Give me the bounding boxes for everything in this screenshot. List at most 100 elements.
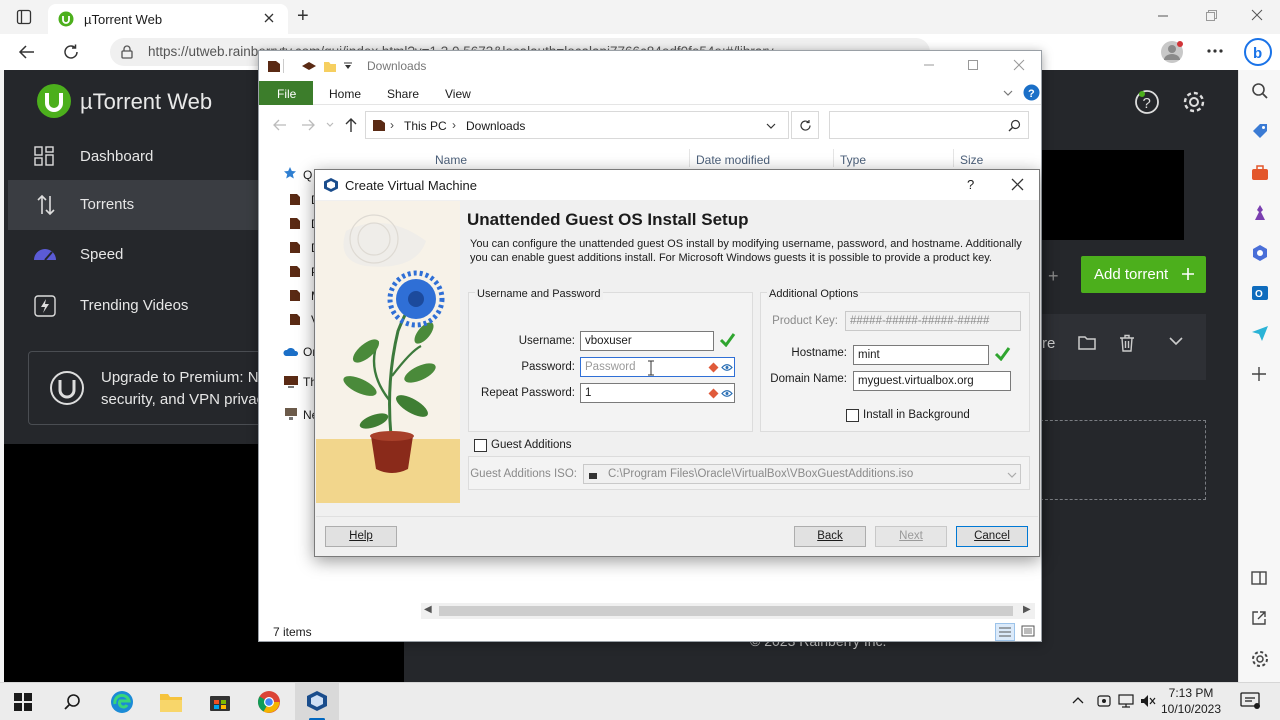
more-options-icon[interactable] <box>1206 48 1224 54</box>
domain-name-input[interactable]: myguest.virtualbox.org <box>853 371 1011 391</box>
new-tab-button[interactable]: + <box>297 5 309 28</box>
scroll-right-arrow-icon[interactable]: ▶ <box>1023 604 1031 615</box>
meet-now-icon[interactable] <box>1096 693 1112 709</box>
split-screen-icon[interactable] <box>1251 570 1267 586</box>
column-name[interactable]: Name <box>435 153 467 167</box>
nav-dashboard[interactable]: Dashboard <box>8 132 264 182</box>
lock-icon[interactable] <box>120 45 134 59</box>
notifications-icon[interactable] <box>1240 692 1260 710</box>
customize-toolbar-icon[interactable] <box>343 62 353 70</box>
vm-dialog-close-icon[interactable] <box>1011 178 1024 191</box>
nav-trending-videos[interactable]: Trending Videos <box>8 281 264 331</box>
cancel-button[interactable]: Cancel <box>956 526 1028 547</box>
repeat-password-eye-icon[interactable] <box>721 389 733 398</box>
volume-muted-icon[interactable] <box>1140 693 1156 709</box>
taskbar-file-explorer[interactable] <box>149 683 193 720</box>
ribbon-expand-icon[interactable] <box>1003 89 1013 97</box>
upgrade-premium-banner[interactable]: Upgrade to Premium: N security, and VPN … <box>28 351 268 425</box>
install-in-background-label[interactable]: Install in Background <box>863 409 970 421</box>
outlook-icon[interactable]: O <box>1251 284 1269 302</box>
explorer-minimize-icon[interactable] <box>923 59 935 71</box>
iso-dropdown-icon[interactable] <box>1007 472 1017 478</box>
nav-forward-icon[interactable] <box>301 119 315 131</box>
context-help-button[interactable]: ? <box>967 177 974 192</box>
nav-torrents[interactable]: Torrents <box>8 180 264 230</box>
settings-gear-icon[interactable] <box>1181 89 1207 115</box>
explorer-help-icon[interactable]: ? <box>1023 84 1040 101</box>
nav-back-icon[interactable] <box>273 119 287 131</box>
new-folder-icon[interactable] <box>323 59 337 73</box>
search-icon[interactable] <box>1251 82 1269 100</box>
taskbar-edge[interactable] <box>100 683 144 720</box>
network-status-icon[interactable] <box>1118 693 1134 709</box>
scrollbar-thumb[interactable] <box>439 606 1013 616</box>
nav-quick-access[interactable]: Q <box>303 168 312 182</box>
add-sidebar-icon[interactable] <box>1251 366 1267 382</box>
help-circle-icon[interactable]: ? <box>1134 89 1160 115</box>
guest-additions-iso-select[interactable]: C:\Program Files\Oracle\VirtualBox\VBoxG… <box>583 464 1021 484</box>
product-key-input[interactable]: #####-#####-#####-##### <box>845 311 1021 331</box>
close-window-icon[interactable] <box>1250 8 1264 22</box>
guest-additions-checkbox[interactable] <box>474 439 487 452</box>
show-hidden-icons-icon[interactable] <box>1072 695 1084 705</box>
breadcrumb-this-pc[interactable]: This PC <box>404 119 447 133</box>
folder-icon[interactable] <box>1078 334 1096 350</box>
details-view-icon[interactable] <box>995 623 1015 641</box>
taskbar-store[interactable] <box>198 683 242 720</box>
nav-up-icon[interactable] <box>345 117 357 133</box>
ribbon-share-tab[interactable]: Share <box>387 87 419 101</box>
horizontal-scrollbar[interactable]: ◀ ▶ <box>421 603 1035 619</box>
nav-speed[interactable]: Speed <box>8 230 264 280</box>
windows-start-icon[interactable] <box>14 693 32 711</box>
explorer-close-icon[interactable] <box>1013 59 1025 71</box>
refresh-icon[interactable] <box>62 43 80 61</box>
large-icons-view-icon[interactable] <box>1019 623 1037 639</box>
taskbar-virtualbox[interactable] <box>295 683 339 720</box>
hostname-input[interactable]: mint <box>853 345 989 365</box>
profile-avatar[interactable] <box>1160 40 1184 64</box>
quick-access-pin-icon[interactable] <box>301 60 317 72</box>
address-dropdown-icon[interactable] <box>766 122 776 130</box>
back-button[interactable]: Back <box>794 526 866 547</box>
add-torrent-button[interactable]: Add torrent <box>1081 256 1206 293</box>
drop-zone[interactable] <box>1040 420 1206 500</box>
add-plus-partial-icon[interactable]: + <box>1048 266 1059 287</box>
chevron-down-icon[interactable] <box>1169 336 1183 346</box>
guest-additions-label[interactable]: Guest Additions <box>491 439 572 451</box>
microsoft-365-icon[interactable] <box>1251 244 1269 262</box>
ribbon-home-tab[interactable]: Home <box>329 87 361 101</box>
tab-close-icon[interactable] <box>262 11 276 25</box>
nav-recent-icon[interactable] <box>325 119 335 131</box>
username-input[interactable]: vboxuser <box>580 331 714 351</box>
games-icon[interactable] <box>1251 204 1269 222</box>
column-size[interactable]: Size <box>960 153 983 167</box>
column-date-modified[interactable]: Date modified <box>696 153 770 167</box>
restore-icon[interactable] <box>1204 8 1218 22</box>
explorer-refresh-button[interactable] <box>791 111 819 139</box>
trash-icon[interactable] <box>1119 334 1135 352</box>
explorer-address-bar[interactable]: › This PC › Downloads <box>365 111 789 139</box>
tab-actions-icon[interactable] <box>16 9 32 25</box>
next-button[interactable]: Next <box>875 526 947 547</box>
explorer-search-box[interactable] <box>829 111 1029 139</box>
tools-icon[interactable] <box>1251 164 1269 182</box>
minimize-icon[interactable] <box>1156 8 1170 22</box>
send-icon[interactable] <box>1251 324 1269 342</box>
explorer-maximize-icon[interactable] <box>967 59 979 71</box>
column-type[interactable]: Type <box>840 153 866 167</box>
shopping-tag-icon[interactable] <box>1251 122 1269 140</box>
install-in-background-checkbox[interactable] <box>846 409 859 422</box>
bing-copilot-icon[interactable]: b <box>1243 37 1273 67</box>
breadcrumb-downloads[interactable]: Downloads <box>466 119 525 133</box>
help-button[interactable]: Help <box>325 526 397 547</box>
clock[interactable]: 7:13 PM 10/10/2023 <box>1156 685 1226 717</box>
scroll-left-arrow-icon[interactable]: ◀ <box>424 604 432 615</box>
ribbon-view-tab[interactable]: View <box>445 87 471 101</box>
open-external-icon[interactable] <box>1251 610 1267 626</box>
browser-tab[interactable]: µTorrent Web <box>48 4 288 34</box>
sidebar-settings-icon[interactable] <box>1251 650 1269 668</box>
password-show-eye-icon[interactable] <box>721 363 733 372</box>
back-icon[interactable] <box>18 43 36 61</box>
ribbon-file-tab[interactable]: File <box>259 81 313 105</box>
taskbar-search-icon[interactable] <box>63 693 81 711</box>
